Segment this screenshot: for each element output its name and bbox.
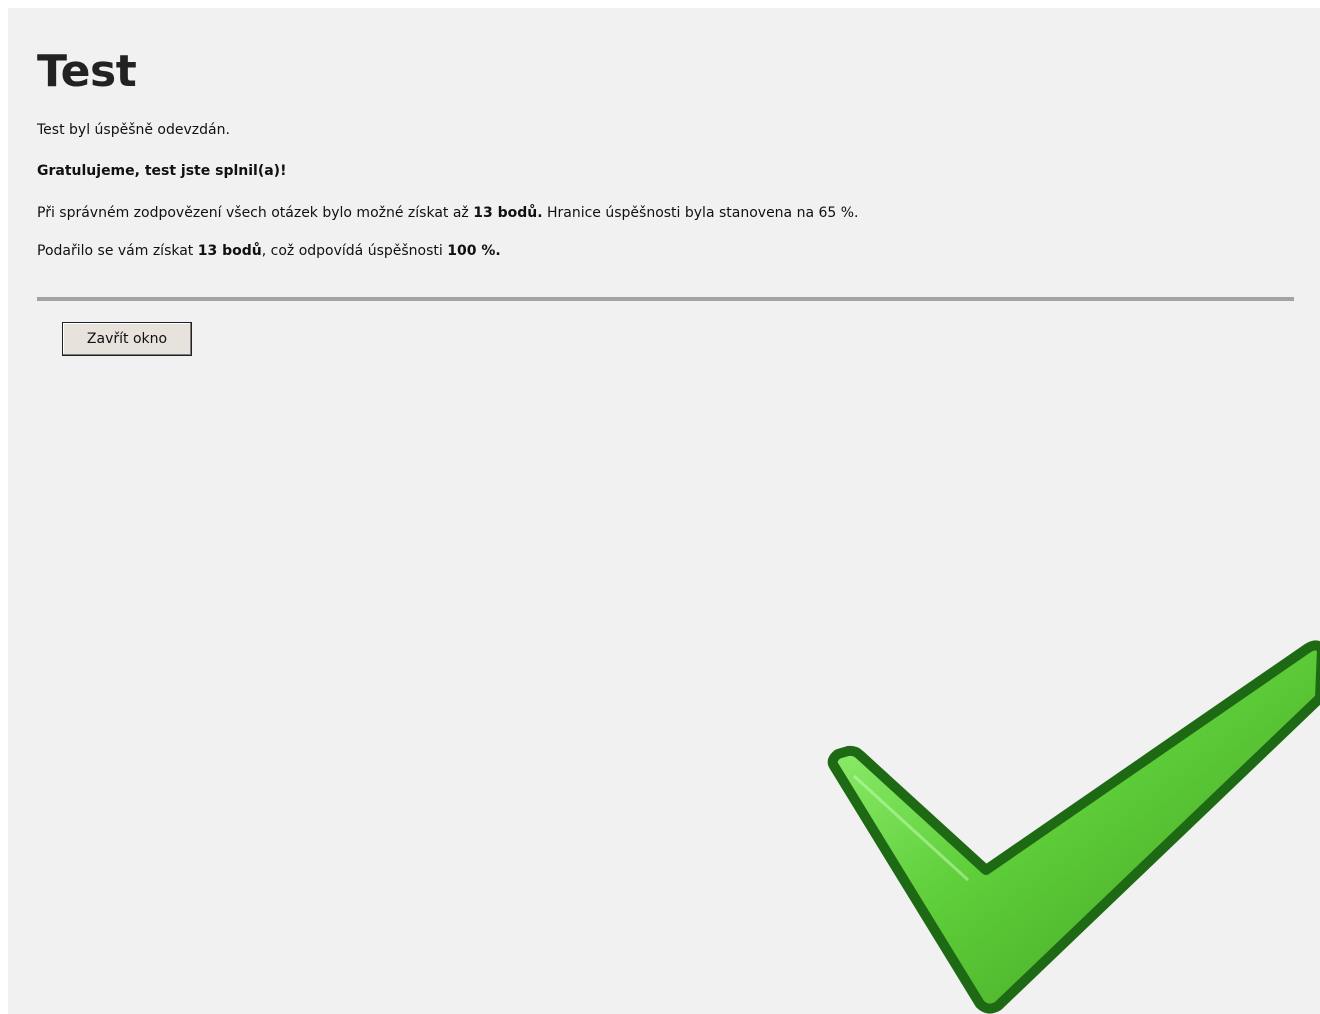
- result-page: Test Test byl úspěšně odevzdán. Gratuluj…: [8, 8, 1320, 1014]
- checkmark-icon: [827, 640, 1320, 1014]
